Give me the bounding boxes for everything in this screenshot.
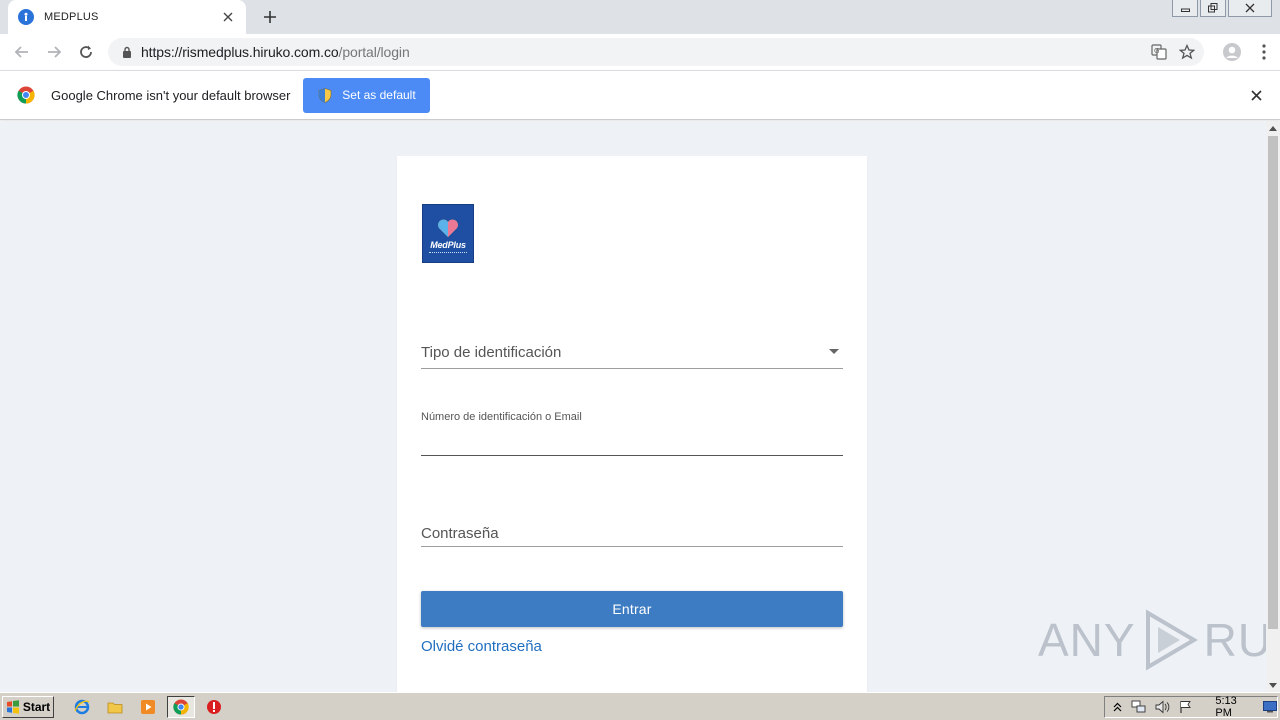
bookmark-star-icon[interactable] bbox=[1176, 41, 1198, 63]
infobar-close-icon[interactable] bbox=[1248, 87, 1264, 103]
site-favicon-icon bbox=[18, 9, 34, 25]
forgot-password-link[interactable]: Olvidé contraseña bbox=[421, 638, 542, 655]
stop-sign-icon[interactable] bbox=[200, 696, 228, 718]
watermark-left: ANY bbox=[1038, 614, 1136, 666]
file-explorer-icon[interactable] bbox=[101, 696, 129, 718]
tab-strip: MEDPLUS bbox=[0, 0, 1280, 34]
windows-taskbar: Start 5:13 PM bbox=[0, 692, 1280, 720]
restore-icon[interactable] bbox=[1200, 0, 1226, 17]
login-card: MedPlus Tipo de identificación Número de… bbox=[397, 156, 867, 692]
play-triangle-icon bbox=[1145, 609, 1198, 671]
show-desktop-icon[interactable] bbox=[1263, 699, 1277, 715]
id-type-select[interactable]: Tipo de identificación bbox=[421, 336, 843, 369]
browser-toolbar: https://rismedplus.hiruko.com.co/portal/… bbox=[0, 34, 1280, 70]
url-text[interactable]: https://rismedplus.hiruko.com.co/portal/… bbox=[141, 44, 410, 60]
password-field-group bbox=[421, 516, 843, 547]
page-viewport: MedPlus Tipo de identificación Número de… bbox=[0, 121, 1266, 692]
internet-explorer-icon[interactable] bbox=[68, 696, 96, 718]
browser-tab[interactable]: MEDPLUS bbox=[8, 0, 246, 34]
password-input[interactable] bbox=[421, 516, 843, 547]
tab-close-icon[interactable] bbox=[220, 9, 236, 25]
heart-logo-icon bbox=[438, 219, 458, 237]
quick-launch bbox=[68, 696, 228, 718]
start-label: Start bbox=[22, 700, 51, 714]
translate-icon[interactable]: G bbox=[1148, 41, 1170, 63]
address-bar[interactable]: https://rismedplus.hiruko.com.co/portal/… bbox=[108, 38, 1204, 66]
taskbar-clock[interactable]: 5:13 PM bbox=[1215, 695, 1247, 719]
chrome-logo-icon bbox=[17, 86, 35, 104]
submit-button[interactable]: Entrar bbox=[421, 591, 843, 627]
windows-logo-icon bbox=[6, 700, 19, 714]
profile-avatar-icon[interactable] bbox=[1216, 36, 1248, 68]
network-icon[interactable] bbox=[1131, 699, 1147, 715]
set-as-default-button[interactable]: Set as default bbox=[303, 77, 431, 113]
id-input[interactable] bbox=[421, 430, 843, 456]
set-as-default-label: Set as default bbox=[342, 88, 416, 102]
shield-icon bbox=[318, 87, 332, 103]
anyrun-watermark: ANY RUN bbox=[1038, 609, 1266, 671]
svg-text:G: G bbox=[1154, 47, 1159, 55]
tab-title: MEDPLUS bbox=[44, 11, 99, 23]
medplus-logo: MedPlus bbox=[422, 204, 474, 263]
action-center-flag-icon[interactable] bbox=[1179, 699, 1193, 715]
scroll-thumb[interactable] bbox=[1268, 136, 1278, 629]
tray-expand-icon[interactable] bbox=[1111, 699, 1123, 715]
window-controls bbox=[1172, 0, 1272, 17]
chrome-taskbar-icon[interactable] bbox=[167, 696, 195, 718]
new-tab-icon[interactable] bbox=[258, 6, 282, 28]
scroll-down-icon[interactable] bbox=[1266, 678, 1280, 692]
page-scrollbar[interactable] bbox=[1266, 121, 1280, 692]
start-button[interactable]: Start bbox=[2, 696, 54, 718]
id-field-group: Número de identificación o Email bbox=[421, 408, 843, 457]
logo-tagline bbox=[429, 252, 467, 255]
minimize-icon[interactable] bbox=[1172, 0, 1198, 17]
reload-icon[interactable] bbox=[70, 36, 102, 68]
id-field-label: Número de identificación o Email bbox=[421, 411, 582, 423]
default-browser-infobar: Google Chrome isn't your default browser… bbox=[0, 70, 1280, 120]
back-icon[interactable] bbox=[6, 36, 38, 68]
id-type-label: Tipo de identificación bbox=[421, 344, 562, 361]
lock-icon[interactable] bbox=[120, 45, 134, 59]
volume-icon[interactable] bbox=[1155, 699, 1171, 715]
system-tray: 5:13 PM bbox=[1104, 695, 1278, 719]
chevron-down-icon bbox=[829, 349, 839, 354]
infobar-message: Google Chrome isn't your default browser bbox=[51, 87, 291, 103]
forward-icon[interactable] bbox=[38, 36, 70, 68]
menu-dots-icon[interactable] bbox=[1248, 36, 1280, 68]
media-player-icon[interactable] bbox=[134, 696, 162, 718]
watermark-right: RUN bbox=[1203, 614, 1266, 666]
scroll-up-icon[interactable] bbox=[1266, 121, 1280, 135]
logo-text: MedPlus bbox=[430, 240, 466, 250]
window-close-icon[interactable] bbox=[1228, 0, 1272, 17]
